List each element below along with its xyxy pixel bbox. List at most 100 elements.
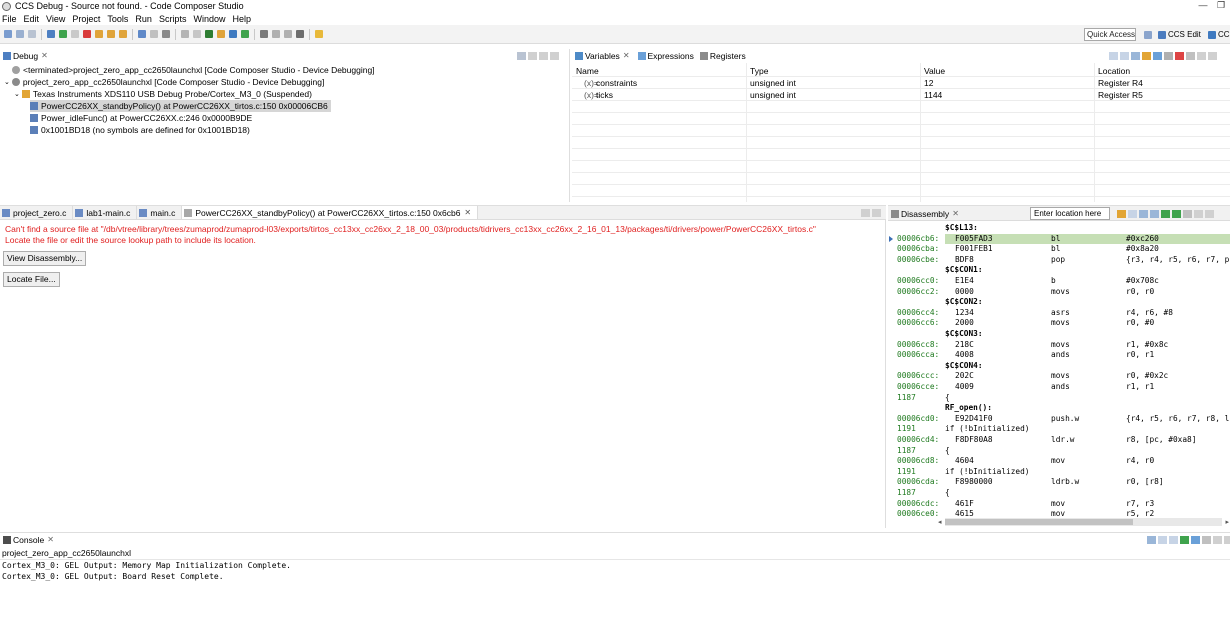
collapse-icon[interactable]: ⌄ <box>4 78 10 86</box>
go-icon[interactable] <box>241 30 249 38</box>
close-icon[interactable]: ✕ <box>47 535 54 544</box>
resume-icon[interactable] <box>59 30 67 38</box>
open-perspective-button[interactable] <box>1144 28 1154 41</box>
save-all-icon[interactable] <box>28 30 36 38</box>
remove-terminated-icon[interactable] <box>517 51 526 60</box>
scroll-right-icon[interactable]: ▸ <box>1225 518 1229 526</box>
remove-all-icon[interactable] <box>1175 51 1184 60</box>
maximize-view-icon[interactable] <box>1208 51 1217 60</box>
disassembly-instruction[interactable]: 00006cc8: 218C movs r1, #0x8c <box>888 340 1230 351</box>
menu-project[interactable]: Project <box>72 14 100 24</box>
pin-console-icon[interactable] <box>1180 535 1189 544</box>
debug-icon[interactable] <box>47 30 55 38</box>
disassembly-instruction[interactable]: 00006cda: F8980000 ldrb.w r0, [r8] <box>888 477 1230 488</box>
disassembly-instruction[interactable]: 00006cc2: 0000 movs r0, r0 <box>888 287 1230 298</box>
tab-registers[interactable]: Registers <box>710 51 746 61</box>
scroll-lock-icon[interactable] <box>1158 535 1167 544</box>
variable-value[interactable]: 1144 <box>924 90 942 100</box>
column-header-type[interactable]: Type <box>750 66 768 76</box>
disassembly-source-line[interactable]: 1187 { <box>888 393 1230 404</box>
save-icon[interactable] <box>16 30 24 38</box>
minimize-icon[interactable]: — <box>1194 0 1212 12</box>
restore-icon[interactable]: ❐ <box>1212 0 1230 12</box>
scrollbar-thumb[interactable] <box>945 519 1133 525</box>
remove-icon[interactable] <box>1164 51 1173 60</box>
ccs-debug-perspective[interactable]: CC <box>1208 28 1230 41</box>
load-program-icon[interactable] <box>205 30 213 38</box>
location-input[interactable]: Enter location here <box>1030 207 1110 220</box>
disassembly-source-line[interactable]: 1191 if (!bInitialized) <box>888 424 1230 435</box>
new-icon[interactable] <box>4 30 12 38</box>
minimize-view-icon[interactable] <box>1194 209 1203 218</box>
minimize-view-icon[interactable] <box>1197 51 1206 60</box>
tab-expressions[interactable]: Expressions <box>648 51 694 61</box>
connect-icon[interactable] <box>193 30 201 38</box>
tab-lab1-main-c[interactable]: lab1-main.c <box>73 206 138 219</box>
menu-help[interactable]: Help <box>232 14 251 24</box>
maximize-view-icon[interactable] <box>1205 209 1214 218</box>
menu-view[interactable]: View <box>46 14 65 24</box>
search-icon[interactable] <box>296 30 304 38</box>
forward-icon[interactable] <box>284 30 292 38</box>
show-symbols-icon[interactable] <box>1150 209 1159 218</box>
disassembly-instruction[interactable]: 00006cca: 4008 ands r0, r1 <box>888 350 1230 361</box>
menu-run[interactable]: Run <box>135 14 152 24</box>
disassembly-instruction[interactable]: 00006cba: F001FEB1 bl #0x8a20 <box>888 244 1230 255</box>
disassembly-instruction[interactable]: 00006cd0: E92D41F0 push.w {r4, r5, r6, r7, … <box>888 414 1230 425</box>
show-source-icon[interactable] <box>1139 209 1148 218</box>
link-with-editor-icon[interactable] <box>1128 209 1137 218</box>
tab-console[interactable]: Console <box>13 535 44 545</box>
tab-project-zero-c[interactable]: project_zero.c <box>0 206 74 219</box>
menu-tools[interactable]: Tools <box>107 14 128 24</box>
disassembly-label[interactable]: RF_open(): <box>888 403 1230 414</box>
back-icon[interactable] <box>272 30 280 38</box>
column-header-location[interactable]: Location <box>1098 66 1130 76</box>
scroll-left-icon[interactable]: ◂ <box>938 518 942 526</box>
tree-row-launch[interactable]: ⌄ project_zero_app_cc2650launchxl [Code … <box>4 76 324 88</box>
tree-row-frame-1[interactable]: Power_idleFunc() at PowerCC26XX.c:246 0x… <box>30 112 252 124</box>
refresh-icon[interactable] <box>1117 209 1126 218</box>
run-to-icon[interactable] <box>1172 209 1181 218</box>
add-watch-icon[interactable] <box>1142 51 1151 60</box>
tab-variables[interactable]: Variables <box>585 51 620 61</box>
disassembly-instruction[interactable]: 00006cc4: 1234 asrs r4, r6, #8 <box>888 308 1230 319</box>
instruction-stepping-icon[interactable] <box>138 30 146 38</box>
close-icon[interactable]: ✕ <box>41 51 48 60</box>
suspend-icon[interactable] <box>71 30 79 38</box>
terminate-icon[interactable] <box>83 30 91 38</box>
collapse-icon[interactable]: ⌄ <box>14 90 20 98</box>
disassembly-instruction[interactable]: 00006cbe: BDF8 pop {r3, r4, r5, r6, r7, pc} <box>888 255 1230 266</box>
tab-standby-policy[interactable]: PowerCC26XX_standbyPolicy() at PowerCC26… <box>182 206 479 219</box>
tree-row-frame-0[interactable]: PowerCC26XX_standbyPolicy() at PowerCC26… <box>30 100 331 112</box>
tree-row-frame-2[interactable]: 0x1001BD18 (no symbols are defined for 0… <box>30 124 250 136</box>
menu-scripts[interactable]: Scripts <box>159 14 187 24</box>
open-console-icon[interactable] <box>1202 535 1211 544</box>
collapse-all-icon[interactable] <box>1109 51 1118 60</box>
view-menu-icon[interactable] <box>1186 51 1195 60</box>
column-header-value[interactable]: Value <box>924 66 945 76</box>
disassembly-instruction[interactable]: 00006cce: 4009 ands r1, r1 <box>888 382 1230 393</box>
close-icon[interactable]: ✕ <box>952 209 959 218</box>
column-header-name[interactable]: Name <box>576 66 599 76</box>
maximize-view-icon[interactable] <box>1224 535 1230 544</box>
memory-icon[interactable] <box>181 30 189 38</box>
minimize-view-icon[interactable] <box>861 208 870 217</box>
disassembly-source-line[interactable]: 1187 { <box>888 446 1230 457</box>
view-disassembly-button[interactable]: View Disassembly... <box>3 251 87 266</box>
tree-row-probe[interactable]: ⌄ Texas Instruments XDS110 USB Debug Pro… <box>14 88 312 100</box>
disassembly-label[interactable]: $C$CON1: <box>888 265 1230 276</box>
display-format-icon[interactable] <box>1153 51 1162 60</box>
disassembly-label[interactable]: $C$CON2: <box>888 297 1230 308</box>
display-console-icon[interactable] <box>1191 535 1200 544</box>
close-icon[interactable]: ✕ <box>464 208 471 217</box>
disassembly-source-line[interactable]: 1191 if (!bInitialized) <box>888 467 1230 478</box>
ccs-edit-perspective[interactable]: CCS Edit <box>1158 28 1201 41</box>
disassembly-label[interactable]: $C$L13: <box>888 223 1230 234</box>
disassembly-instruction[interactable]: 00006cdc: 461F mov r7, r3 <box>888 499 1230 510</box>
close-icon[interactable]: ✕ <box>623 51 630 60</box>
disassembly-instruction[interactable]: 00006ccc: 202C movs r0, #0x2c <box>888 371 1230 382</box>
minimize-view-icon[interactable] <box>1213 535 1222 544</box>
restart-icon[interactable] <box>150 30 158 38</box>
maximize-view-icon[interactable] <box>550 51 559 60</box>
pin-icon[interactable] <box>315 30 323 38</box>
